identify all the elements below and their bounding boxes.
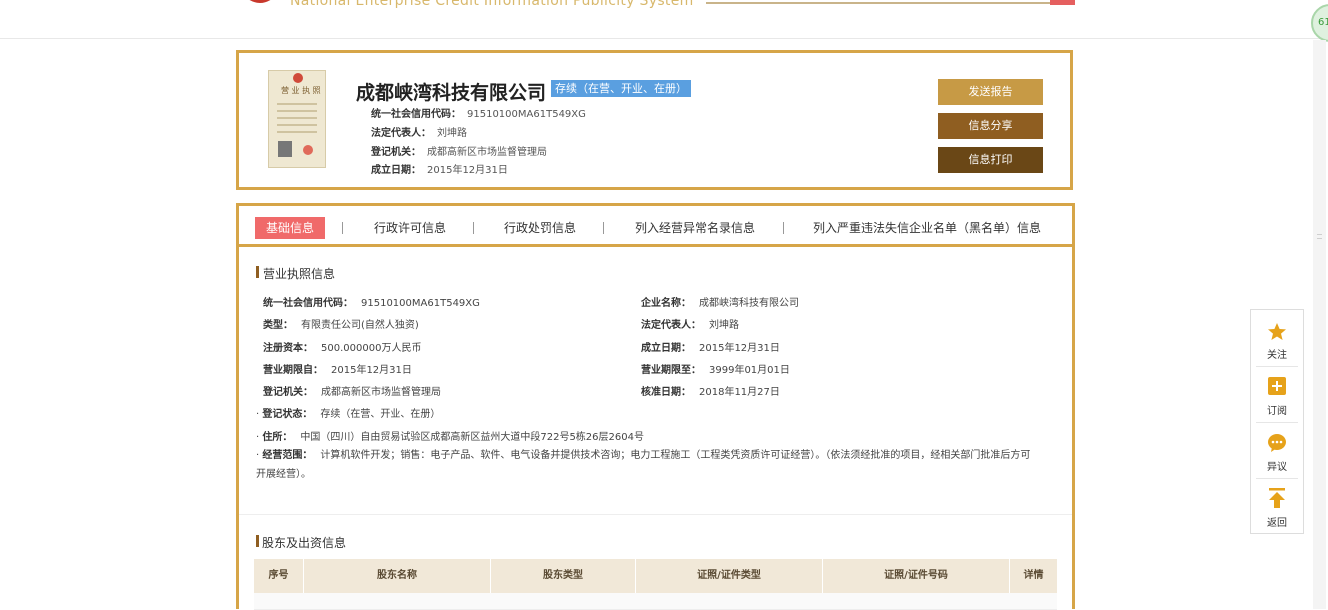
scrollbar-tick bbox=[1317, 238, 1322, 239]
field-credit-code: 统一社会信用代码： 91510100MA61T549XG bbox=[263, 298, 480, 309]
share-info-button[interactable]: 信息分享 bbox=[938, 113, 1043, 139]
table-row bbox=[254, 593, 1057, 610]
licence-line bbox=[277, 124, 317, 126]
field-authority: 登记机关： 成都高新区市场监督管理局 bbox=[263, 387, 441, 398]
national-emblem-icon bbox=[249, 0, 271, 3]
search-input[interactable] bbox=[706, 2, 1050, 4]
licence-seal-icon bbox=[303, 145, 313, 155]
plus-box-icon bbox=[1268, 377, 1286, 395]
col-id-type: 证照/证件类型 bbox=[636, 559, 823, 593]
tab-separator bbox=[342, 222, 343, 234]
info-credit-code: 统一社会信用代码： 91510100MA61T549XG bbox=[371, 109, 586, 120]
tab-separator bbox=[783, 222, 784, 234]
info-legal-rep: 法定代表人： 刘坤路 bbox=[371, 128, 467, 139]
col-details: 详情 bbox=[1023, 570, 1044, 581]
status-badge: 存续（在营、开业、在册） bbox=[551, 80, 691, 97]
print-info-button[interactable]: 信息打印 bbox=[938, 147, 1043, 173]
subscribe-button[interactable]: 订阅 bbox=[1251, 367, 1303, 422]
shareholder-section-title: 股东及出资信息 bbox=[262, 536, 347, 550]
speech-bubble-icon bbox=[1268, 434, 1286, 452]
tab-abnormal-list[interactable]: 列入经营异常名录信息 bbox=[635, 219, 755, 237]
arrow-up-icon bbox=[1269, 488, 1285, 508]
field-registered-capital: 注册资本： 500.000000万人民币 bbox=[263, 343, 422, 354]
field-approval-date: 核准日期： 2018年11月27日 bbox=[641, 387, 780, 398]
field-established: 成立日期： 2015年12月31日 bbox=[641, 343, 780, 354]
licence-line bbox=[277, 117, 317, 119]
tab-admin-penalty[interactable]: 行政处罚信息 bbox=[504, 219, 576, 237]
licence-line bbox=[277, 110, 317, 112]
section-divider bbox=[239, 514, 1072, 515]
col-shareholder-name: 股东名称 bbox=[304, 559, 491, 593]
qr-code-icon bbox=[278, 141, 292, 157]
field-address: · 住所： 中国（四川）自由贸易试验区成都高新区益州大道中段722号5栋26层26… bbox=[256, 432, 644, 443]
info-established: 成立日期： 2015年12月31日 bbox=[371, 165, 508, 176]
star-icon bbox=[1268, 323, 1286, 340]
section-marker bbox=[256, 535, 259, 547]
col-index: 序号 bbox=[254, 559, 304, 593]
objection-button[interactable]: 异议 bbox=[1251, 423, 1303, 478]
field-term-from: 营业期限自： 2015年12月31日 bbox=[263, 365, 412, 376]
field-legal-rep: 法定代表人： 刘坤路 bbox=[641, 320, 739, 331]
follow-button[interactable]: 关注 bbox=[1251, 311, 1303, 366]
licence-emblem-icon bbox=[293, 73, 303, 83]
field-type: 类型： 有限责任公司(自然人独资) bbox=[263, 320, 419, 331]
licence-line bbox=[277, 131, 317, 133]
vertical-scrollbar[interactable] bbox=[1313, 40, 1326, 609]
tab-separator bbox=[473, 222, 474, 234]
company-name: 成都峡湾科技有限公司 bbox=[356, 82, 547, 104]
site-title-en: National Enterprise Credit Information P… bbox=[290, 0, 694, 9]
field-term-to: 营业期限至： 3999年01月01日 bbox=[641, 365, 790, 376]
licence-section-title: 营业执照信息 bbox=[263, 267, 336, 281]
search-button[interactable] bbox=[1050, 0, 1075, 5]
field-business-scope: · 经营范围： 计算机软件开发；销售：电子产品、软件、电气设备并提供技术咨询；电力… bbox=[256, 450, 1031, 480]
field-company-name: 企业名称： 成都峡湾科技有限公司 bbox=[641, 298, 799, 309]
back-to-top-button[interactable]: 返回 bbox=[1251, 479, 1303, 534]
business-licence-thumbnail[interactable]: 营 业 执 照 bbox=[268, 70, 326, 168]
info-authority: 登记机关： 成都高新区市场监督管理局 bbox=[371, 147, 547, 158]
section-marker bbox=[256, 266, 259, 278]
licence-line bbox=[277, 103, 317, 105]
licence-title: 营 业 执 照 bbox=[281, 86, 321, 95]
tab-blacklist[interactable]: 列入严重违法失信企业名单（黑名单）信息 bbox=[813, 219, 1041, 237]
tab-basic-info[interactable]: 基础信息 bbox=[255, 217, 326, 239]
col-id-number: 证照/证件号码 bbox=[823, 559, 1010, 593]
send-report-button[interactable]: 发送报告 bbox=[938, 79, 1043, 105]
field-reg-status: · 登记状态： 存续（在营、开业、在册） bbox=[256, 409, 441, 420]
scrollbar-tick bbox=[1317, 234, 1322, 235]
tab-separator bbox=[603, 222, 604, 234]
col-shareholder-type: 股东类型 bbox=[491, 559, 636, 593]
tab-admin-license[interactable]: 行政许可信息 bbox=[374, 219, 446, 237]
